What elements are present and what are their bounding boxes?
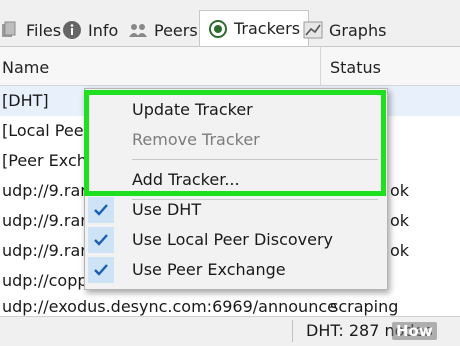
tab-trackers-label: Trackers — [234, 19, 301, 38]
tab-graphs-label: Graphs — [329, 20, 387, 40]
checkmark-icon — [88, 197, 114, 223]
trackers-icon — [208, 19, 228, 39]
tab-trackers[interactable]: Trackers — [199, 10, 310, 46]
menu-item-label: Use Local Peer Discovery — [132, 230, 334, 249]
checkmark-icon — [88, 257, 114, 283]
tracker-name: [Local Peer — [2, 121, 91, 140]
tracker-status: ok — [390, 241, 410, 260]
menu-item-label: Update Tracker — [132, 100, 253, 119]
column-divider[interactable] — [320, 47, 321, 85]
tab-files-label: Files — [26, 20, 62, 40]
menu-item-label: Add Tracker... — [132, 170, 240, 189]
menu-item-update-tracker[interactable]: Update Tracker — [85, 95, 387, 125]
tab-info-label: Info — [88, 20, 119, 40]
menu-item-label: Remove Tracker — [132, 130, 260, 149]
menu-item-remove-tracker: Remove Tracker — [85, 125, 387, 155]
menu-item-add-tracker[interactable]: Add Tracker... — [85, 165, 387, 195]
checkmark-icon — [88, 227, 114, 253]
tracker-name: udp://9.rarb — [2, 211, 98, 230]
menu-item-use-peer-exchange[interactable]: Use Peer Exchange — [85, 255, 387, 285]
tracker-name: udp://9.rarb — [2, 241, 98, 260]
menu-separator — [132, 159, 378, 160]
column-header-name[interactable]: Name — [2, 47, 49, 85]
tracker-context-menu: Update Tracker Remove Tracker Add Tracke… — [84, 88, 388, 290]
tab-graphs[interactable]: Graphs — [303, 14, 386, 46]
info-icon — [62, 20, 82, 40]
menu-item-use-local-peer-discovery[interactable]: Use Local Peer Discovery — [85, 225, 387, 255]
tab-files[interactable]: Files — [0, 14, 61, 46]
menu-item-use-dht[interactable]: Use DHT — [85, 195, 387, 225]
tracker-name: udp://9.rarb — [2, 181, 98, 200]
tab-bar: Files Info Peers Trackers Graphs — [0, 0, 460, 47]
status-divider — [292, 320, 293, 342]
tab-peers-label: Peers — [154, 20, 198, 40]
tracker-name: [Peer Excha — [2, 151, 97, 170]
wikihow-watermark: How — [392, 322, 437, 340]
menu-item-label: Use Peer Exchange — [132, 260, 286, 279]
tracker-name: [DHT] — [2, 91, 49, 110]
table-header: Name Status — [0, 47, 460, 86]
tab-info[interactable]: Info — [62, 14, 118, 46]
column-header-status[interactable]: Status — [330, 47, 381, 85]
tracker-status: ok — [390, 211, 410, 230]
tracker-status: ok — [390, 181, 410, 200]
graphs-icon — [303, 20, 323, 40]
peers-icon — [128, 20, 148, 40]
tab-peers[interactable]: Peers — [128, 14, 198, 46]
menu-item-label: Use DHT — [132, 200, 202, 219]
files-icon — [0, 20, 20, 40]
status-bar: DHT: 287 nodes — [0, 316, 460, 346]
